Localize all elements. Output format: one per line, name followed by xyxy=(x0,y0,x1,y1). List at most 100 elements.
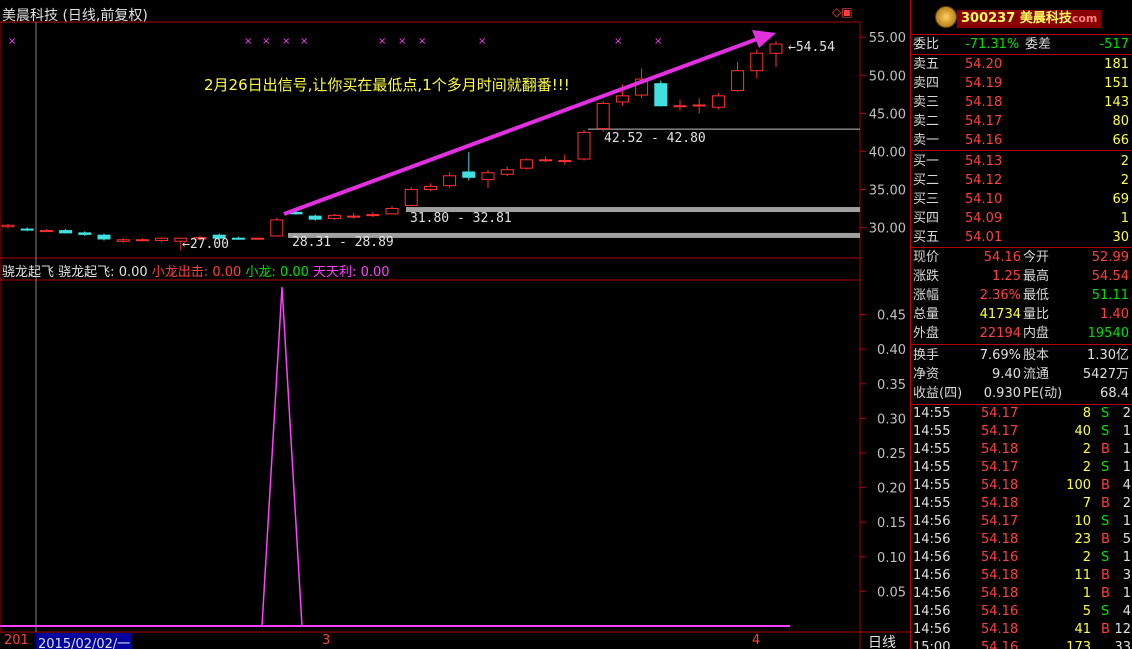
quote-row[interactable]: 涨跌 1.25 最高 54.54 xyxy=(911,267,1132,286)
quote-value: 54.54 xyxy=(1091,269,1129,284)
ask-row[interactable]: 卖一 54.16 66 xyxy=(911,131,1132,150)
candle xyxy=(366,212,380,217)
tick-row[interactable]: 14:55 54.18 2 B 1 xyxy=(911,441,1132,459)
tick-time: 14:56 xyxy=(913,550,951,565)
signal-marker: × xyxy=(378,36,386,47)
quote-row[interactable]: 现价 54.16 今开 52.99 xyxy=(911,248,1132,267)
tick-row[interactable]: 14:56 54.16 2 S 1 xyxy=(911,549,1132,567)
candle-body xyxy=(385,208,399,215)
tick-row[interactable]: 14:55 54.17 40 S 1 xyxy=(911,423,1132,441)
kline-chart-area[interactable]: 美晨科技 (日线,前复权) ◇▣ × × × × × × × × × × × 55.00 50.00 4… xyxy=(0,0,910,649)
tick-price: 54.16 xyxy=(981,550,1019,565)
bid-row[interactable]: 买五 54.01 30 xyxy=(911,228,1132,247)
quote-row[interactable]: 涨幅 2.36% 最低 51.11 xyxy=(911,286,1132,305)
candle-body xyxy=(97,234,111,240)
candle xyxy=(769,41,783,67)
tick-row[interactable]: 14:56 54.16 5 S 4 xyxy=(911,603,1132,621)
candle xyxy=(711,92,725,110)
ask-row[interactable]: 卖四 54.19 151 xyxy=(911,74,1132,93)
tick-side: B xyxy=(1101,568,1110,583)
ask-row[interactable]: 卖五 54.20 181 xyxy=(911,55,1132,74)
tick-row[interactable]: 14:55 54.17 2 S 1 xyxy=(911,459,1132,477)
quote-row[interactable]: 外盘 22194 内盘 19540 xyxy=(911,324,1132,343)
quote-label: 量比 xyxy=(1023,307,1050,322)
ask-volume: 151 xyxy=(1104,76,1129,91)
bid-label: 买一 xyxy=(913,154,940,169)
tick-side: B xyxy=(1101,478,1110,493)
tick-row[interactable]: 14:55 54.17 8 S 2 xyxy=(911,405,1132,423)
price-tick-label: 40.00 xyxy=(869,145,906,160)
tick-row[interactable]: 14:55 54.18 7 B 2 xyxy=(911,495,1132,513)
signal-marker: × xyxy=(282,36,290,47)
tick-row[interactable]: 14:55 54.18 100 B 4 xyxy=(911,477,1132,495)
candle-body xyxy=(366,214,380,217)
tick-row[interactable]: 14:56 54.18 41 B 12 xyxy=(911,621,1132,639)
quote-row[interactable]: 总量 41734 量比 1.40 xyxy=(911,305,1132,324)
price-tick-label: 35.00 xyxy=(869,183,906,198)
tick-row[interactable]: 14:56 54.18 1 B 1 xyxy=(911,585,1132,603)
indicator-tick-label: 0.05 xyxy=(877,585,906,600)
indicator-tick-label: 0.25 xyxy=(877,447,906,462)
bid-label: 买四 xyxy=(913,211,940,226)
fundamental-label: 收益(四) xyxy=(913,386,963,401)
range-label-2: 31.80 - 32.81 xyxy=(410,211,512,226)
tick-row[interactable]: 14:56 54.18 11 B 3 xyxy=(911,567,1132,585)
quote-value: 52.99 xyxy=(1091,250,1129,265)
candle-body xyxy=(692,104,706,107)
candle-body xyxy=(615,95,629,103)
candle xyxy=(539,156,553,163)
bid-volume: 2 xyxy=(1120,173,1129,188)
candle-body xyxy=(39,230,53,233)
quote-value: 19540 xyxy=(1087,326,1129,341)
bid-row[interactable]: 买一 54.13 2 xyxy=(911,152,1132,171)
tick-row[interactable]: 14:56 54.18 23 B 5 xyxy=(911,531,1132,549)
candle-body xyxy=(500,169,514,175)
bid-price: 54.01 xyxy=(965,230,1003,245)
tick-time: 14:55 xyxy=(913,460,951,475)
bid-row[interactable]: 买二 54.12 2 xyxy=(911,171,1132,190)
range-label-3: 42.52 - 42.80 xyxy=(604,131,706,146)
indicator-tick-label: 0.35 xyxy=(877,378,906,393)
x-axis-cursor-date[interactable]: 2015/02/02/一 xyxy=(36,633,133,649)
candle xyxy=(116,238,130,243)
period-label[interactable]: 日线 xyxy=(868,632,896,649)
candle xyxy=(385,206,399,215)
bid-row[interactable]: 买三 54.10 69 xyxy=(911,190,1132,209)
indicator-tick-label: 0.10 xyxy=(877,551,906,566)
candle-body xyxy=(462,171,476,178)
fundamental-value: 7.69% xyxy=(979,348,1021,363)
candle-body xyxy=(711,95,725,108)
bid-row[interactable]: 买四 54.09 1 xyxy=(911,209,1132,228)
tick-time: 15:00 xyxy=(913,640,951,649)
candle-body xyxy=(251,237,265,240)
bid-label: 买五 xyxy=(913,230,940,245)
candle-body xyxy=(20,228,34,231)
tick-time: 14:55 xyxy=(913,478,951,493)
candle-body xyxy=(443,175,457,187)
tick-side: S xyxy=(1101,514,1110,529)
tick-count: 4 xyxy=(1122,478,1131,493)
tick-side: S xyxy=(1101,604,1110,619)
tick-side: S xyxy=(1101,424,1110,439)
candle-body xyxy=(404,188,418,206)
ask-row[interactable]: 卖二 54.17 80 xyxy=(911,112,1132,131)
tick-time: 14:55 xyxy=(913,496,951,511)
fundamental-row[interactable]: 换手 7.69% 股本 1.30亿 xyxy=(911,346,1132,365)
tick-price: 54.16 xyxy=(981,640,1019,649)
candle xyxy=(308,214,322,221)
signal-marker: × xyxy=(654,36,662,47)
fundamental-row[interactable]: 收益(四) 0.930 PE(动) 68.4 xyxy=(911,384,1132,403)
fundamental-row[interactable]: 净资 9.40 流通 5427万 xyxy=(911,365,1132,384)
candle-body xyxy=(750,52,764,72)
tick-volume: 10 xyxy=(1074,514,1091,529)
fundamental-value: 68.4 xyxy=(1100,386,1129,401)
tick-row[interactable]: 14:56 54.17 10 S 1 xyxy=(911,513,1132,531)
quote-value: 2.36% xyxy=(979,288,1021,303)
bid-price: 54.09 xyxy=(965,211,1003,226)
tick-row[interactable]: 15:00 54.16 173 33 xyxy=(911,639,1132,649)
ask-row[interactable]: 卖三 54.18 143 xyxy=(911,93,1132,112)
quote-label: 今开 xyxy=(1023,250,1050,265)
candle xyxy=(59,229,73,234)
candle xyxy=(404,187,418,207)
tick-volume: 100 xyxy=(1066,478,1091,493)
